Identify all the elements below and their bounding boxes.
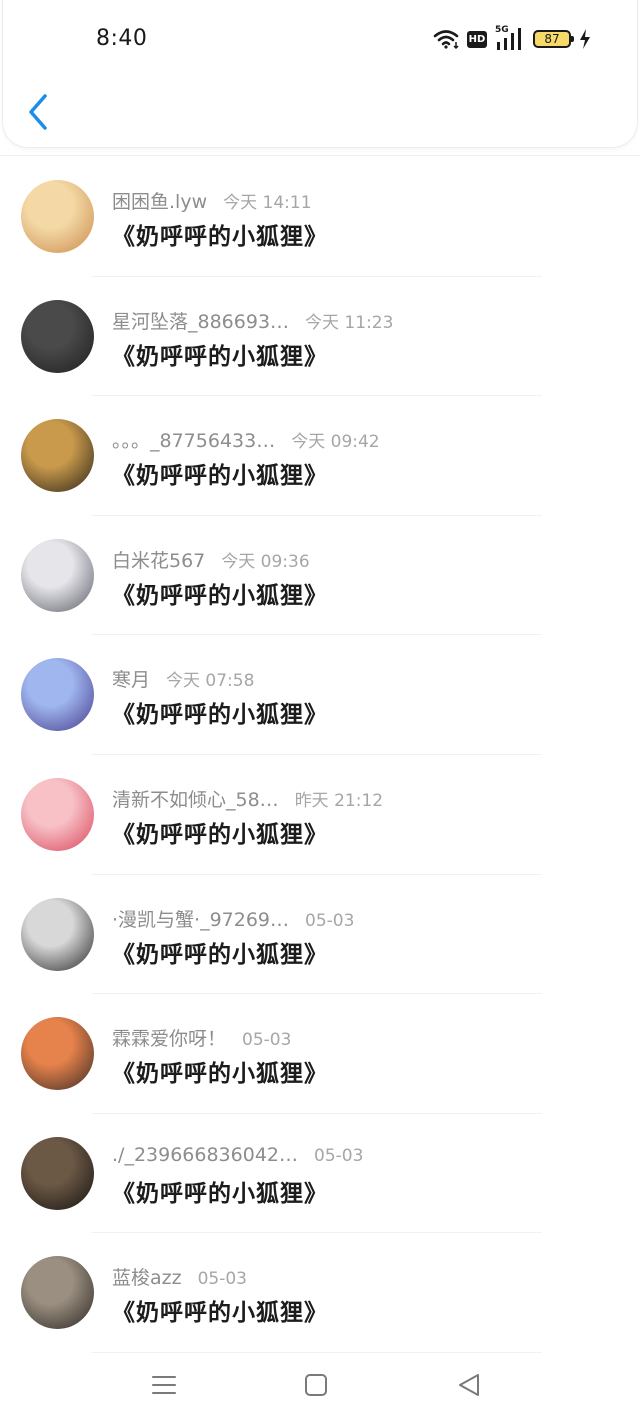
timestamp: 05-03 [242,1030,292,1051]
comment-meta: 清新不如倾心_58… 昨天 21:12 [112,785,383,812]
phone-screen: 8:40 HD 5G 87 困困鱼.lyw 今天 14:11 《奶呼呼的小狐狸》… [0,0,640,1423]
comment-text: 《奶呼呼的小狐狸》 [112,702,328,729]
timestamp: 今天 11:23 [305,312,394,333]
avatar[interactable] [21,897,94,971]
username[interactable]: 白米花567 [112,546,205,573]
avatar[interactable] [21,1256,94,1330]
header-divider [0,155,640,156]
comment-row[interactable]: ·漫凯与蟹·_97269… 05-03 《奶呼呼的小狐狸》 [0,875,640,995]
comment-text: 《奶呼呼的小狐狸》 [112,343,328,370]
triangle-back-icon [459,1374,479,1396]
battery-indicator: 87 [533,30,574,48]
comment-row[interactable]: 困困鱼.lyw 今天 14:11 《奶呼呼的小狐狸》 [0,157,640,277]
username[interactable]: 寒月 [112,665,150,692]
timestamp: 今天 07:58 [166,671,255,692]
avatar[interactable] [21,1017,94,1091]
timestamp: 05-03 [314,1145,364,1166]
comment-meta: 白米花567 今天 09:36 [112,546,310,573]
username[interactable]: 霖霖爱你呀！ [112,1024,226,1051]
battery-level: 87 [544,32,560,46]
row-divider [92,1351,542,1353]
username[interactable]: 困困鱼.lyw [112,187,207,214]
username[interactable]: 。。。_87756433… [112,426,275,453]
avatar[interactable] [21,658,94,732]
comment-text: 《奶呼呼的小狐狸》 [112,1061,328,1088]
comment-text: 《奶呼呼的小狐狸》 [112,463,328,490]
status-time: 8:40 [96,26,148,51]
comment-text: 《奶呼呼的小狐狸》 [112,821,328,848]
username[interactable]: ./_239666836042… [112,1144,298,1166]
hd-badge: HD [467,30,487,48]
timestamp: 05-03 [197,1269,247,1290]
comment-text: 《奶呼呼的小狐狸》 [112,1180,328,1207]
header: 8:40 HD 5G 87 [2,0,638,148]
comment-meta: ·漫凯与蟹·_97269… 05-03 [112,905,354,932]
comment-row[interactable]: 寒月 今天 07:58 《奶呼呼的小狐狸》 [0,635,640,755]
username[interactable]: ·漫凯与蟹·_97269… [112,905,289,932]
comment-meta: 星河坠落_886693… 今天 11:23 [112,307,393,334]
avatar[interactable] [21,180,94,253]
home-square-icon [305,1374,327,1396]
system-nav-bar [0,1355,640,1415]
comment-row[interactable]: 。。。_87756433… 今天 09:42 《奶呼呼的小狐狸》 [0,396,640,516]
avatar[interactable] [21,419,94,493]
timestamp: 05-03 [305,910,355,931]
comment-list: 困困鱼.lyw 今天 14:11 《奶呼呼的小狐狸》 星河坠落_886693… 今天 1… [0,157,640,1353]
username[interactable]: 蓝梭azz [112,1263,182,1290]
home-button[interactable] [300,1369,332,1401]
menu-icon [152,1376,176,1394]
chevron-left-icon [29,94,47,130]
comment-row[interactable]: 清新不如倾心_58… 昨天 21:12 《奶呼呼的小狐狸》 [0,755,640,875]
signal-indicator: 5G [495,25,525,50]
username[interactable]: 清新不如倾心_58… [112,785,279,812]
charging-bolt-icon [580,29,590,49]
comment-row[interactable]: 霖霖爱你呀！ 05-03 《奶呼呼的小狐狸》 [0,994,640,1114]
comment-text: 《奶呼呼的小狐狸》 [112,582,328,609]
comment-text: 《奶呼呼的小狐狸》 [112,224,328,250]
menu-button[interactable] [148,1369,180,1401]
timestamp: 今天 09:42 [291,432,380,453]
comment-meta: 困困鱼.lyw 今天 14:11 [112,187,312,214]
comment-meta: 。。。_87756433… 今天 09:42 [112,426,380,453]
comment-row[interactable]: ./_239666836042… 05-03 《奶呼呼的小狐狸》 [0,1114,640,1234]
comment-text: 《奶呼呼的小狐狸》 [112,1300,328,1327]
username[interactable]: 星河坠落_886693… [112,307,289,334]
comment-meta: 霖霖爱你呀！ 05-03 [112,1024,291,1051]
avatar[interactable] [21,1136,94,1210]
comment-row[interactable]: 蓝梭azz 05-03 《奶呼呼的小狐狸》 [0,1233,640,1353]
avatar[interactable] [21,538,94,612]
avatar[interactable] [21,299,94,373]
avatar[interactable] [21,777,94,851]
timestamp: 今天 14:11 [223,193,312,213]
comment-meta: ./_239666836042… 05-03 [112,1144,363,1166]
timestamp: 昨天 21:12 [294,790,384,811]
comment-row[interactable]: 白米花567 今天 09:36 《奶呼呼的小狐狸》 [0,516,640,636]
wifi-icon [433,30,459,49]
nav-back-button[interactable] [454,1369,486,1401]
signal-bars-icon [497,28,521,50]
timestamp: 今天 09:36 [221,551,310,572]
comment-meta: 蓝梭azz 05-03 [112,1263,247,1290]
back-button[interactable] [25,92,53,132]
comment-row[interactable]: 星河坠落_886693… 今天 11:23 《奶呼呼的小狐狸》 [0,277,640,397]
comment-text: 《奶呼呼的小狐狸》 [112,941,328,968]
comment-meta: 寒月 今天 07:58 [112,665,254,692]
status-icons: HD 5G 87 [433,25,591,50]
